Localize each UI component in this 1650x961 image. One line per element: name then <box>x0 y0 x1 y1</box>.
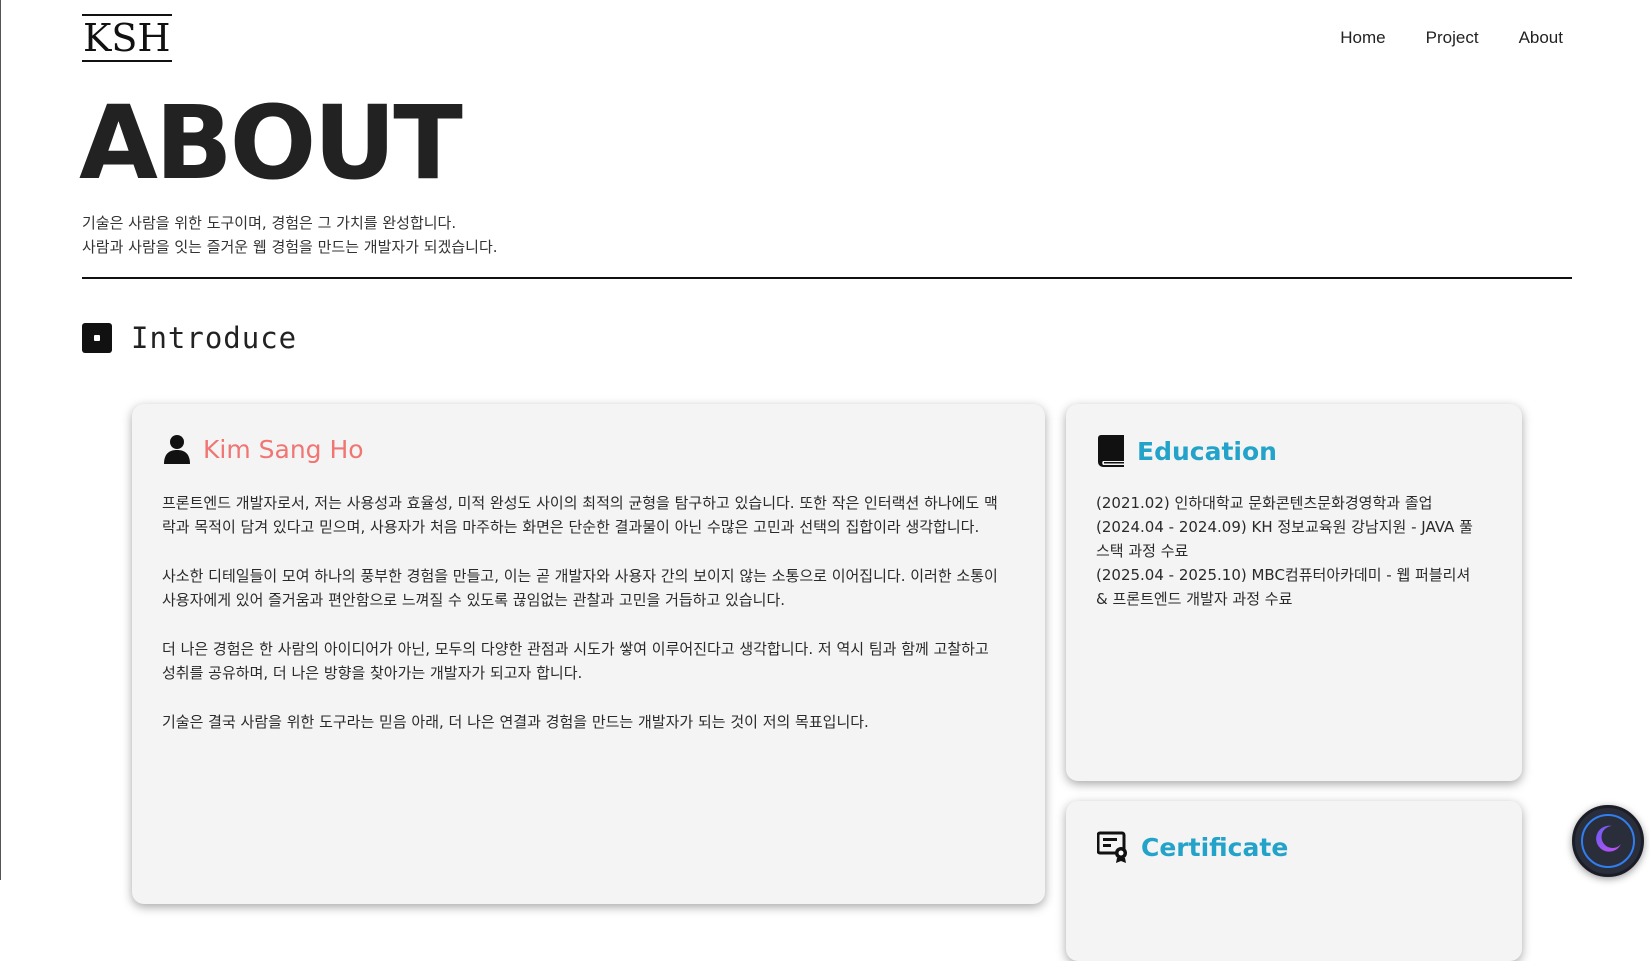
education-card-header: Education <box>1097 434 1277 468</box>
profile-paragraph: 기술은 결국 사람을 위한 도구라는 믿음 아래, 더 나은 연결과 경험을 만… <box>162 713 869 731</box>
education-item: (2024.04 - 2024.09) KH 정보교육원 강남지원 - JAVA… <box>1096 518 1473 560</box>
subtitle-line: 사람과 사람을 잇는 즐거운 웹 경험을 만드는 개발자가 되겠습니다. <box>82 238 498 256</box>
section-title: Introduce <box>131 321 298 355</box>
site-header: KSH Home Project About <box>82 14 1563 64</box>
education-list: (2021.02) 인하대학교 문화콘텐츠문화경영학과 졸업 (2024.04 … <box>1096 491 1482 611</box>
education-item: (2021.02) 인하대학교 문화콘텐츠문화경영학과 졸업 <box>1096 494 1433 512</box>
profile-body: 프론트엔드 개발자로서, 저는 사용성과 효율성, 미적 완성도 사이의 최적의… <box>162 491 1005 759</box>
education-title: Education <box>1137 436 1277 466</box>
education-item: (2025.04 - 2025.10) MBC컴퓨터아카데미 - 웹 퍼블리셔 … <box>1096 566 1471 608</box>
profile-card: Kim Sang Ho 프론트엔드 개발자로서, 저는 사용성과 효율성, 미적… <box>132 404 1045 904</box>
education-card: Education (2021.02) 인하대학교 문화콘텐츠문화경영학과 졸업… <box>1066 404 1522 781</box>
page-subtitle: 기술은 사람을 위한 도구이며, 경험은 그 가치를 완성합니다. 사람과 사람… <box>82 211 498 259</box>
main-nav: Home Project About <box>1340 28 1563 48</box>
certificate-card-header: Certificate <box>1097 831 1288 863</box>
user-icon <box>163 434 191 464</box>
certificate-card: Certificate <box>1066 801 1522 961</box>
profile-card-header: Kim Sang Ho <box>163 434 364 464</box>
nav-home-link[interactable]: Home <box>1340 28 1385 48</box>
subtitle-line: 기술은 사람을 위한 도구이며, 경험은 그 가치를 완성합니다. <box>82 214 457 232</box>
nav-about-link[interactable]: About <box>1519 28 1563 48</box>
section-square-icon <box>82 323 112 353</box>
profile-paragraph: 더 나은 경험은 한 사람의 아이디어가 아닌, 모두의 다양한 관점과 시도가… <box>162 640 989 682</box>
site-logo[interactable]: KSH <box>82 14 172 62</box>
nav-project-link[interactable]: Project <box>1426 28 1479 48</box>
introduce-section-header: Introduce <box>82 321 297 355</box>
theme-toggle-ring <box>1581 814 1635 868</box>
profile-name: Kim Sang Ho <box>203 434 364 464</box>
page-title: ABOUT <box>79 84 463 203</box>
certificate-title: Certificate <box>1141 832 1289 862</box>
theme-toggle-button[interactable] <box>1572 805 1644 877</box>
book-icon <box>1097 434 1125 468</box>
certificate-icon <box>1097 831 1129 863</box>
moon-icon <box>1591 822 1625 860</box>
header-divider <box>82 277 1572 279</box>
profile-paragraph: 프론트엔드 개발자로서, 저는 사용성과 효율성, 미적 완성도 사이의 최적의… <box>162 494 998 536</box>
profile-paragraph: 사소한 디테일들이 모여 하나의 풍부한 경험을 만들고, 이는 곧 개발자와 … <box>162 567 998 609</box>
